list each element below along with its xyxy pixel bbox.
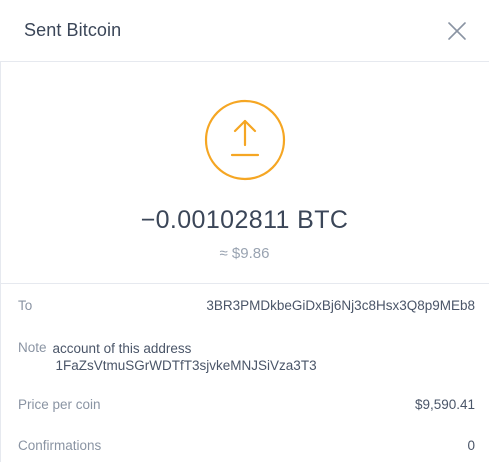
price-value: $9,590.41 [414, 397, 475, 412]
note-row: Note account of this address 1FaZsVtmuSG… [18, 340, 475, 374]
btc-amount: −0.00102811 BTC [140, 206, 349, 234]
to-label: To [18, 298, 33, 313]
confirmations-value: 0 [467, 438, 475, 453]
to-row: To 3BR3PMDkbeGiDxBj6Nj3c8Hsx3Q8p9MEb8 [18, 298, 475, 318]
modal-left-border [0, 62, 1, 462]
send-arrow-up-icon [204, 99, 285, 181]
confirmations-row: Confirmations 0 [18, 438, 475, 453]
to-address[interactable]: 3BR3PMDkbeGiDxBj6Nj3c8Hsx3Q8p9MEb8 [206, 298, 475, 313]
note-text: account of this address 1FaZsVtmuSGrWDTf… [53, 340, 317, 374]
price-label: Price per coin [18, 397, 101, 412]
close-button[interactable] [445, 19, 469, 43]
fiat-amount: ≈ $9.86 [219, 245, 270, 262]
close-icon [448, 21, 466, 40]
modal-header: Sent Bitcoin [0, 0, 489, 62]
note-label: Note [18, 340, 47, 355]
transaction-detail-modal: Sent Bitcoin −0.00102811 BTC ≈ $9.86 To … [0, 0, 489, 462]
modal-title: Sent Bitcoin [24, 20, 122, 40]
note-line-2: 1FaZsVtmuSGrWDTfT3sjvkeMNJSiVza3T3 [55, 358, 317, 373]
price-row: Price per coin $9,590.41 [18, 397, 475, 412]
transaction-summary: −0.00102811 BTC ≈ $9.86 [0, 62, 489, 284]
transaction-details: To 3BR3PMDkbeGiDxBj6Nj3c8Hsx3Q8p9MEb8 No… [0, 298, 489, 453]
note-line-1: account of this address [52, 341, 192, 356]
confirmations-label: Confirmations [18, 438, 102, 453]
